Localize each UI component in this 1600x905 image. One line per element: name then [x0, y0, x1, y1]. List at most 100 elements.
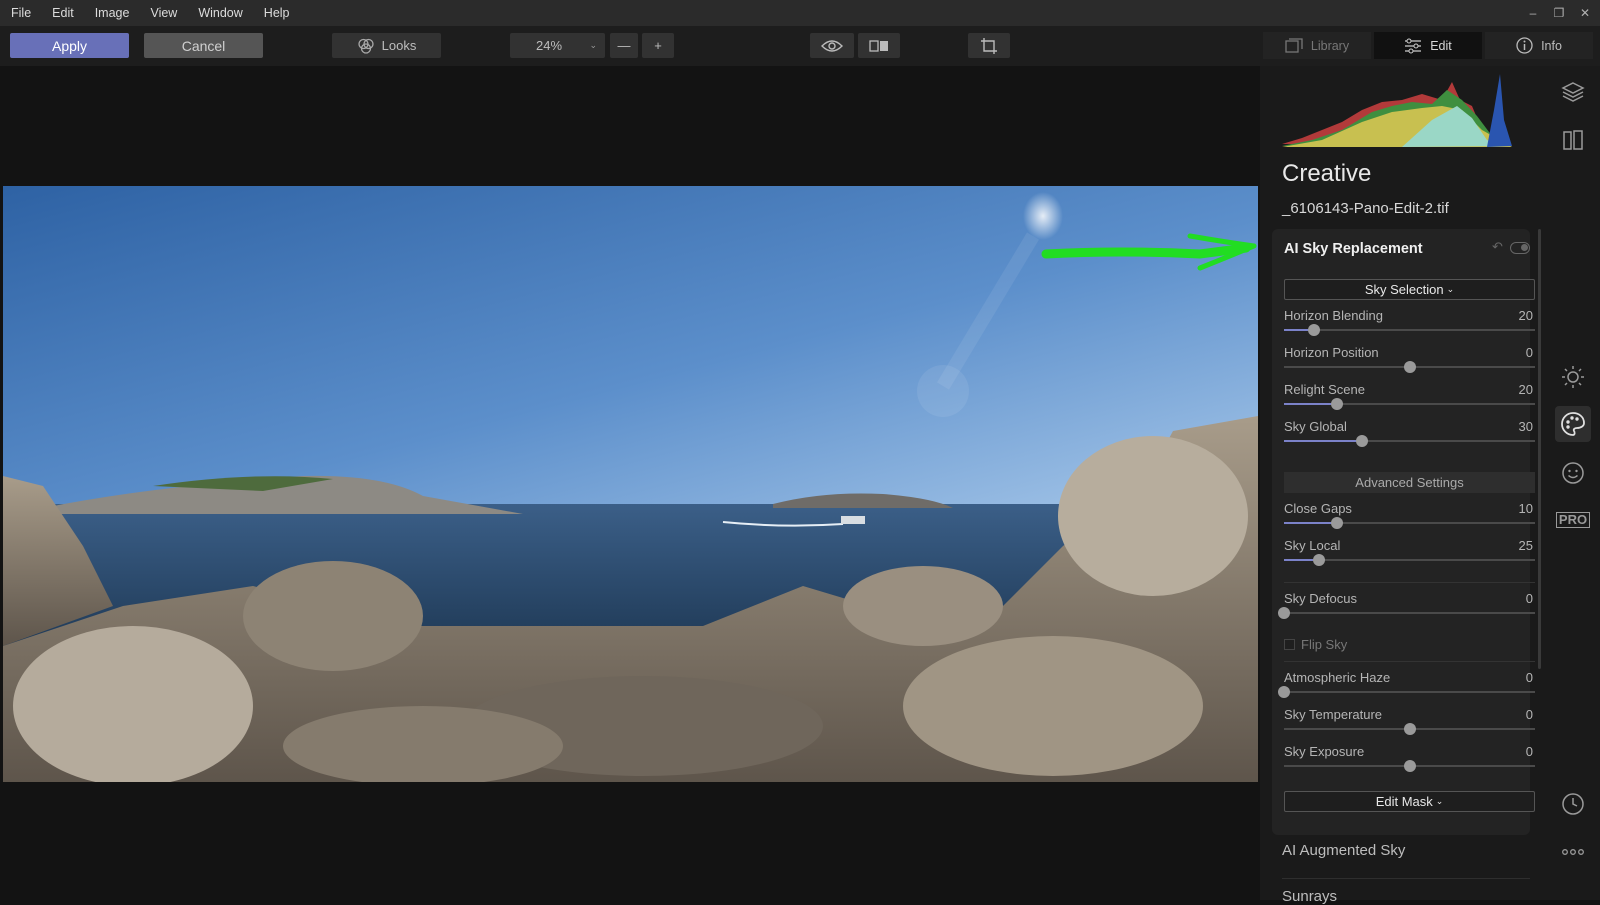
panel-title: Creative	[1282, 160, 1372, 187]
slider-fill	[1284, 522, 1337, 524]
menu-image[interactable]: Image	[84, 0, 140, 26]
sky-temperature-slider[interactable]: Sky Temperature 0	[1284, 707, 1535, 737]
tab-info[interactable]: Info	[1485, 32, 1593, 59]
slider-handle[interactable]	[1330, 398, 1343, 410]
edit-mask-dropdown[interactable]: Edit Mask ⌄	[1284, 791, 1535, 812]
portrait-icon[interactable]	[1555, 455, 1591, 491]
cancel-button[interactable]: Cancel	[144, 33, 263, 58]
sky-global-slider[interactable]: Sky Global 30	[1284, 419, 1535, 449]
presets-icon[interactable]	[1555, 122, 1591, 158]
eye-icon	[821, 39, 843, 52]
slider-label: Sky Defocus	[1284, 591, 1357, 606]
module-title[interactable]: AI Sky Replacement	[1284, 241, 1423, 257]
relight-scene-slider[interactable]: Relight Scene 20	[1284, 382, 1535, 412]
menu-window[interactable]: Window	[187, 0, 252, 26]
slider-handle[interactable]	[1330, 517, 1343, 529]
slider-handle[interactable]	[1313, 554, 1326, 566]
preview-button[interactable]	[810, 33, 854, 58]
horizon-position-slider[interactable]: Horizon Position 0	[1284, 345, 1535, 375]
checkbox-box[interactable]	[1284, 639, 1295, 650]
compare-button[interactable]	[858, 33, 900, 58]
slider-handle[interactable]	[1403, 361, 1416, 373]
tab-library-label: Library	[1310, 38, 1350, 53]
slider-label: Atmospheric Haze	[1284, 670, 1391, 685]
tool-icon-bar: PRO	[1546, 66, 1600, 900]
layers-icon[interactable]	[1555, 74, 1591, 110]
essentials-icon[interactable]	[1555, 359, 1591, 395]
module-header-sunrays[interactable]: Sunrays	[1282, 888, 1337, 905]
divider	[1284, 582, 1535, 583]
image-canvas[interactable]	[0, 66, 1260, 900]
panel-scrollbar[interactable]	[1538, 229, 1541, 669]
slider-track[interactable]	[1284, 361, 1535, 373]
slider-handle[interactable]	[1308, 324, 1321, 336]
tab-library[interactable]: Library	[1263, 32, 1371, 59]
slider-label: Sky Temperature	[1284, 707, 1383, 722]
divider	[1282, 878, 1530, 879]
creative-icon[interactable]	[1555, 406, 1591, 442]
zoom-out-button[interactable]: —	[610, 33, 638, 58]
histogram	[1282, 74, 1512, 147]
flip-sky-checkbox[interactable]: Flip Sky	[1284, 637, 1347, 652]
advanced-settings-button[interactable]: Advanced Settings	[1284, 472, 1535, 493]
menu-help[interactable]: Help	[253, 0, 300, 26]
slider-handle[interactable]	[1278, 686, 1290, 698]
divider	[1284, 661, 1535, 662]
tab-edit[interactable]: Edit	[1374, 32, 1482, 59]
pro-icon[interactable]: PRO	[1555, 502, 1591, 538]
sky-defocus-slider[interactable]: Sky Defocus 0	[1278, 591, 1535, 621]
crop-icon	[981, 37, 997, 54]
slider-handle[interactable]	[1355, 435, 1368, 447]
flip-sky-label: Flip Sky	[1301, 637, 1348, 652]
visibility-toggle-icon[interactable]	[1510, 242, 1530, 254]
slider-label: Sky Local	[1284, 538, 1341, 553]
slider-track[interactable]	[1284, 723, 1535, 735]
close-gaps-slider[interactable]: Close Gaps 10	[1284, 501, 1535, 531]
slider-track[interactable]	[1284, 324, 1535, 336]
slider-value: 0	[1525, 670, 1533, 685]
menu-view[interactable]: View	[139, 0, 187, 26]
slider-track[interactable]	[1284, 554, 1535, 566]
slider-handle[interactable]	[1403, 723, 1416, 735]
apply-button[interactable]: Apply	[10, 33, 129, 58]
sky-local-slider[interactable]: Sky Local 25	[1284, 538, 1535, 568]
zoom-value: 24%	[536, 38, 563, 53]
chevron-down-icon: ⌄	[1446, 284, 1455, 294]
reset-icon[interactable]: ↶	[1492, 239, 1503, 255]
slider-track[interactable]	[1278, 607, 1535, 619]
sky-exposure-slider[interactable]: Sky Exposure 0	[1284, 744, 1535, 774]
photo-preview[interactable]	[3, 186, 1258, 782]
slider-track[interactable]	[1284, 398, 1535, 410]
close-icon[interactable]: ✕	[1574, 6, 1596, 20]
slider-track[interactable]	[1284, 517, 1535, 529]
slider-label: Horizon Blending	[1284, 308, 1384, 323]
slider-label: Relight Scene	[1284, 382, 1365, 397]
tab-edit-label: Edit	[1430, 38, 1452, 53]
more-icon[interactable]	[1555, 834, 1591, 870]
minimize-icon[interactable]: –	[1522, 6, 1544, 20]
module-header-ai-augmented-sky[interactable]: AI Augmented Sky	[1282, 842, 1405, 859]
sky-replacement-module: AI Sky Replacement ↶ Sky Selection ⌄ Hor…	[1272, 229, 1535, 835]
crop-button[interactable]	[968, 33, 1010, 58]
horizon-blending-slider[interactable]: Horizon Blending 20	[1284, 308, 1535, 338]
slider-track[interactable]	[1284, 760, 1535, 772]
slider-fill	[1284, 403, 1337, 405]
slider-value: 20	[1518, 308, 1533, 323]
history-icon[interactable]	[1555, 786, 1591, 822]
slider-handle[interactable]	[1403, 760, 1416, 772]
sky-selection-dropdown[interactable]: Sky Selection ⌄	[1284, 279, 1535, 300]
zoom-in-button[interactable]: +	[642, 33, 674, 58]
slider-label: Close Gaps	[1284, 501, 1352, 516]
looks-button[interactable]: Looks	[332, 33, 441, 58]
restore-icon[interactable]: ❐	[1548, 6, 1570, 20]
menu-edit[interactable]: Edit	[41, 0, 84, 26]
landscape-photo	[3, 186, 1258, 782]
zoom-select[interactable]: 24% ⌄	[510, 33, 605, 58]
slider-track[interactable]	[1284, 435, 1535, 447]
atmospheric-haze-slider[interactable]: Atmospheric Haze 0	[1278, 670, 1535, 700]
menu-file[interactable]: File	[0, 0, 41, 26]
slider-value: 0	[1525, 591, 1533, 606]
slider-handle[interactable]	[1278, 607, 1290, 619]
slider-track[interactable]	[1278, 686, 1535, 698]
library-icon	[1285, 37, 1303, 53]
